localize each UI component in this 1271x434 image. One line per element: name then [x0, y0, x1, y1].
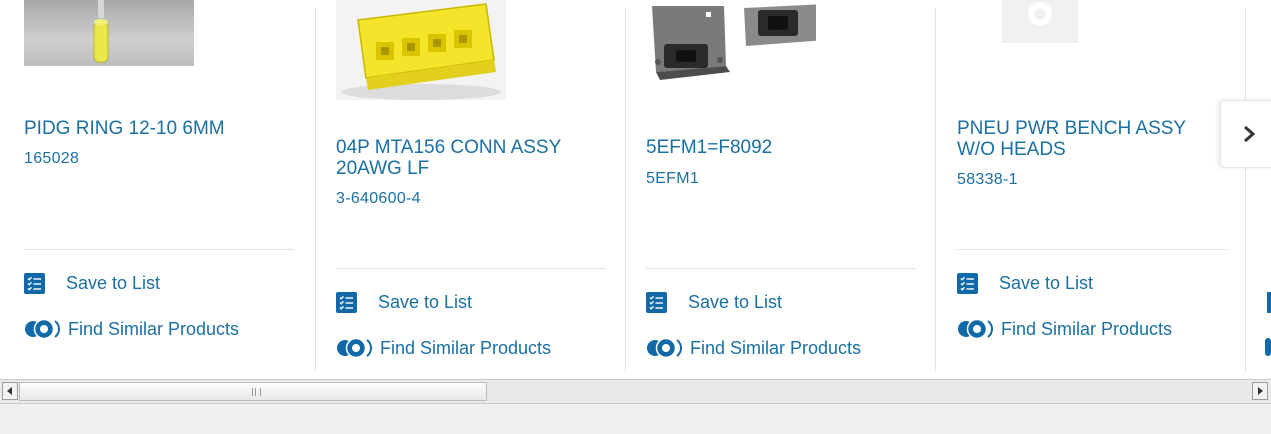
product-card: PIDG RING 12-10 6MM 165028 Save to List …	[0, 0, 310, 372]
find-similar-icon[interactable]	[1265, 338, 1271, 356]
chevron-right-icon	[1244, 125, 1256, 143]
product-image[interactable]	[646, 0, 816, 86]
part-number[interactable]: 165028	[24, 150, 79, 168]
find-similar-button[interactable]: Find Similar Products	[24, 316, 239, 342]
find-similar-icon	[24, 316, 66, 342]
checklist-icon[interactable]	[1267, 292, 1271, 313]
find-similar-button[interactable]: Find Similar Products	[957, 316, 1172, 342]
save-to-list-button[interactable]: Save to List	[957, 273, 1093, 294]
card-separator	[315, 8, 316, 372]
scrollbar-thumb[interactable]	[19, 382, 487, 401]
arrow-left-icon	[7, 387, 12, 395]
save-to-list-label: Save to List	[66, 273, 161, 293]
save-to-list-label: Save to List	[688, 292, 783, 312]
product-image[interactable]	[24, 0, 194, 66]
carousel-next-button[interactable]	[1220, 100, 1271, 168]
product-card: 04P MTA156 CONN ASSY 20AWG LF 3-640600-4…	[311, 0, 621, 372]
divider	[957, 249, 1227, 250]
part-number[interactable]: 5EFM1	[646, 170, 699, 188]
checklist-icon	[957, 273, 978, 294]
product-title[interactable]: PNEU PWR BENCH ASSY W/O HEADS	[957, 118, 1227, 160]
card-bottom-separator	[935, 300, 936, 352]
grip-icon	[252, 388, 261, 396]
save-to-list-button[interactable]: Save to List	[646, 292, 782, 313]
card-separator	[625, 8, 626, 372]
scroll-right-button[interactable]	[1252, 382, 1268, 400]
save-to-list-label: Save to List	[378, 292, 473, 312]
product-title[interactable]: 5EFM1=F8092	[646, 137, 916, 158]
product-card: PNEU PWR BENCH ASSY W/O HEADS 58338-1 Sa…	[931, 0, 1241, 372]
part-number[interactable]: 58338-1	[957, 171, 1018, 189]
checklist-icon	[24, 273, 45, 294]
horizontal-scrollbar[interactable]	[0, 379, 1271, 404]
product-card: 5EFM1=F8092 5EFM1 Save to List Find Simi…	[621, 0, 931, 372]
product-carousel: PIDG RING 12-10 6MM 165028 Save to List …	[0, 0, 1271, 372]
part-number[interactable]: 3-640600-4	[336, 190, 421, 208]
find-similar-icon	[646, 335, 688, 361]
product-image[interactable]	[336, 0, 506, 100]
find-similar-button[interactable]: Find Similar Products	[336, 335, 551, 361]
product-title[interactable]: PIDG RING 12-10 6MM	[24, 118, 294, 139]
divider	[336, 268, 606, 269]
checklist-icon	[336, 292, 357, 313]
checklist-icon	[646, 292, 667, 313]
product-title[interactable]: 04P MTA156 CONN ASSY 20AWG LF	[336, 137, 606, 179]
scroll-left-button[interactable]	[2, 382, 18, 400]
save-to-list-button[interactable]: Save to List	[336, 292, 472, 313]
product-card-partial	[1241, 0, 1271, 372]
save-to-list-label: Save to List	[999, 273, 1094, 293]
find-similar-label: Find Similar Products	[690, 337, 862, 358]
find-similar-label: Find Similar Products	[68, 318, 240, 339]
find-similar-label: Find Similar Products	[1001, 318, 1173, 339]
arrow-right-icon	[1258, 387, 1263, 395]
save-to-list-button[interactable]: Save to List	[24, 273, 160, 294]
divider	[24, 249, 294, 250]
find-similar-icon	[336, 335, 378, 361]
card-separator	[1245, 8, 1246, 372]
product-image-placeholder[interactable]	[1002, 0, 1078, 43]
page-background-strip	[0, 404, 1271, 434]
find-similar-icon	[957, 316, 999, 342]
find-similar-label: Find Similar Products	[380, 337, 552, 358]
divider	[646, 268, 916, 269]
find-similar-button[interactable]: Find Similar Products	[646, 335, 861, 361]
